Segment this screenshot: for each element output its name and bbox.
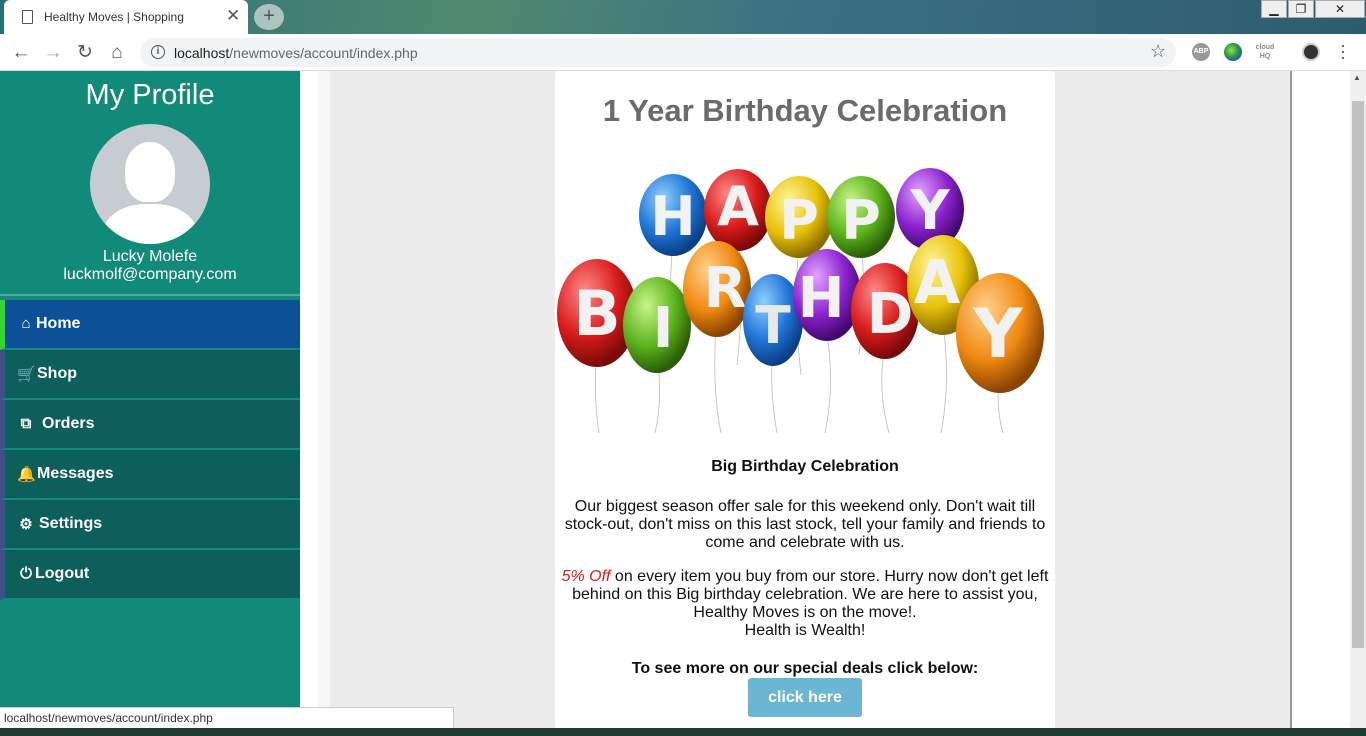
back-icon[interactable]: ←: [8, 40, 34, 66]
svg-text:A: A: [717, 175, 759, 238]
right-margin: [1290, 71, 1350, 728]
cart-icon: 🛒: [17, 366, 36, 383]
sidebar-item-label: Logout: [35, 565, 90, 582]
globe-extension-icon[interactable]: [1224, 43, 1242, 61]
browser-tab-strip: Healthy Moves | Shopping ✕ + ▁ ❐ ✕: [0, 0, 1366, 34]
power-icon: ⏻: [20, 565, 32, 582]
minimize-button[interactable]: ▁: [1261, 0, 1287, 18]
sidebar-item-shop[interactable]: 🛒 Shop: [0, 350, 300, 400]
sidebar-item-label: Orders: [42, 415, 95, 432]
svg-text:H: H: [798, 266, 845, 331]
reload-icon[interactable]: ↻: [72, 40, 98, 66]
adblock-extension-icon[interactable]: ABP: [1192, 43, 1210, 61]
sidebar-item-settings[interactable]: ⚙ Settings: [0, 500, 300, 550]
promo-card: 1 Year Birthday Celebration H A P P Y B …: [555, 71, 1055, 731]
scroll-thumb[interactable]: [1352, 101, 1364, 648]
balloon-h2: H: [793, 249, 861, 341]
address-bar[interactable]: i localhost/newmoves/account/index.php ☆: [140, 38, 1176, 67]
svg-text:T: T: [755, 296, 791, 356]
sidebar-item-messages[interactable]: 🔔 Messages: [0, 450, 300, 500]
svg-text:I: I: [653, 296, 674, 361]
os-taskbar: [0, 728, 1366, 736]
forward-icon[interactable]: →: [40, 40, 66, 66]
balloon-i: I: [623, 277, 691, 373]
cta-prompt: To see more on our special deals click b…: [631, 660, 979, 677]
svg-text:P: P: [779, 189, 819, 252]
happy-birthday-balloons-image: H A P P Y B I R T H D A Y: [557, 168, 1044, 434]
svg-text:P: P: [841, 189, 881, 252]
promo-paragraph-1: Our biggest season offer sale for this w…: [564, 498, 1046, 551]
balloon-h: H: [639, 174, 707, 256]
content-gutter: [300, 71, 318, 728]
svg-text:H: H: [650, 185, 695, 248]
balloon-y2: Y: [956, 273, 1044, 393]
balloon-a: A: [704, 169, 772, 251]
svg-text:Y: Y: [909, 179, 950, 242]
cloudhq-extension-icon[interactable]: cloud HQ: [1254, 43, 1276, 61]
page-scrollbar[interactable]: ▲: [1350, 71, 1366, 728]
discount-offer: 5% Off: [561, 568, 611, 585]
sidebar-item-logout[interactable]: ⏻ Logout: [0, 550, 300, 600]
user-email: luckmolf@company.com: [63, 266, 237, 283]
bookmark-star-icon[interactable]: ☆: [1150, 41, 1166, 62]
profile-title: My Profile: [85, 79, 215, 111]
page-icon: [22, 10, 33, 24]
svg-text:B: B: [573, 277, 620, 350]
sidebar-nav: ⌂ Home 🛒 Shop ⧉ Orders 🔔 Messages ⚙ Sett…: [0, 300, 300, 600]
bell-icon: 🔔: [17, 466, 36, 483]
sidebar-item-label: Shop: [37, 365, 77, 382]
svg-text:A: A: [914, 248, 961, 318]
promo-title: 1 Year Birthday Celebration: [602, 93, 1008, 128]
browser-tab[interactable]: Healthy Moves | Shopping ✕: [4, 0, 248, 34]
avatar: [90, 124, 210, 244]
restore-button[interactable]: ❐: [1288, 0, 1314, 18]
promo-heading: Big Birthday Celebration: [711, 458, 899, 475]
tab-title: Healthy Moves | Shopping: [44, 10, 184, 24]
url-text: localhost/newmoves/account/index.php: [174, 45, 418, 61]
kebab-menu-icon[interactable]: · · ·: [1340, 36, 1346, 66]
home-icon[interactable]: ⌂: [104, 40, 130, 66]
sidebar-item-label: Settings: [39, 515, 103, 532]
sidebar-item-orders[interactable]: ⧉ Orders: [0, 400, 300, 450]
avatar-head-shape: [125, 142, 175, 202]
close-tab-icon[interactable]: ✕: [226, 6, 240, 26]
sidebar-divider: [0, 294, 300, 296]
sidebar-item-home[interactable]: ⌂ Home: [0, 300, 300, 350]
profile-avatar-icon[interactable]: [1302, 43, 1320, 61]
sidebar-item-label: Messages: [37, 465, 114, 482]
avatar-body-shape: [102, 204, 198, 244]
svg-text:D: D: [867, 282, 913, 347]
click-here-button[interactable]: click here: [748, 678, 862, 717]
svg-text:Y: Y: [972, 295, 1023, 374]
home-icon: ⌂: [21, 315, 31, 332]
balloon-r: R: [683, 241, 751, 337]
sidebar: My Profile Lucky Molefe luckmolf@company…: [0, 71, 300, 736]
status-bar-url: localhost/newmoves/account/index.php: [0, 707, 454, 729]
close-window-button[interactable]: ✕: [1315, 0, 1365, 18]
user-name: Lucky Molefe: [102, 248, 198, 265]
svg-text:R: R: [703, 256, 746, 321]
balloon-p1: P: [765, 176, 833, 258]
promo-paragraph-2: 5% Off on every item you buy from our st…: [561, 568, 1049, 639]
sidebar-item-label: Home: [36, 315, 81, 332]
cubes-icon: ⧉: [20, 415, 32, 432]
scroll-up-arrow-icon[interactable]: ▲: [1353, 73, 1361, 82]
info-icon[interactable]: i: [151, 45, 165, 59]
gears-icon: ⚙: [19, 516, 33, 533]
new-tab-button[interactable]: +: [254, 4, 284, 30]
balloon-p2: P: [827, 176, 895, 258]
browser-toolbar: ← → ↻ ⌂ i localhost/newmoves/account/ind…: [0, 34, 1366, 71]
